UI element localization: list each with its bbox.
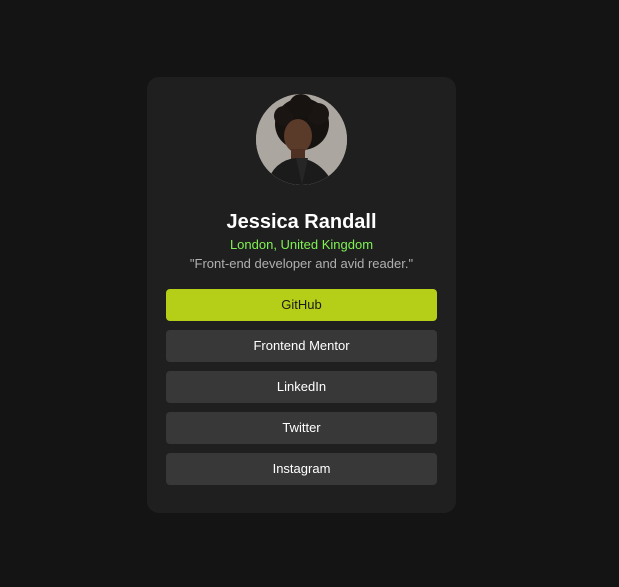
github-link-button[interactable]: GitHub: [166, 289, 437, 321]
avatar-photo-icon: [256, 94, 347, 185]
avatar: [256, 94, 347, 185]
profile-location: London, United Kingdom: [229, 237, 374, 252]
frontend-mentor-link-button[interactable]: Frontend Mentor: [166, 330, 437, 362]
profile-card: Jessica Randall London, United Kingdom "…: [147, 77, 456, 513]
instagram-link-button[interactable]: Instagram: [166, 453, 437, 485]
social-links: GitHub Frontend Mentor LinkedIn Twitter …: [166, 289, 437, 494]
twitter-link-button[interactable]: Twitter: [166, 412, 437, 444]
linkedin-link-button[interactable]: LinkedIn: [166, 371, 437, 403]
profile-name: Jessica Randall: [226, 211, 377, 233]
profile-bio: "Front-end developer and avid reader.": [189, 256, 414, 271]
